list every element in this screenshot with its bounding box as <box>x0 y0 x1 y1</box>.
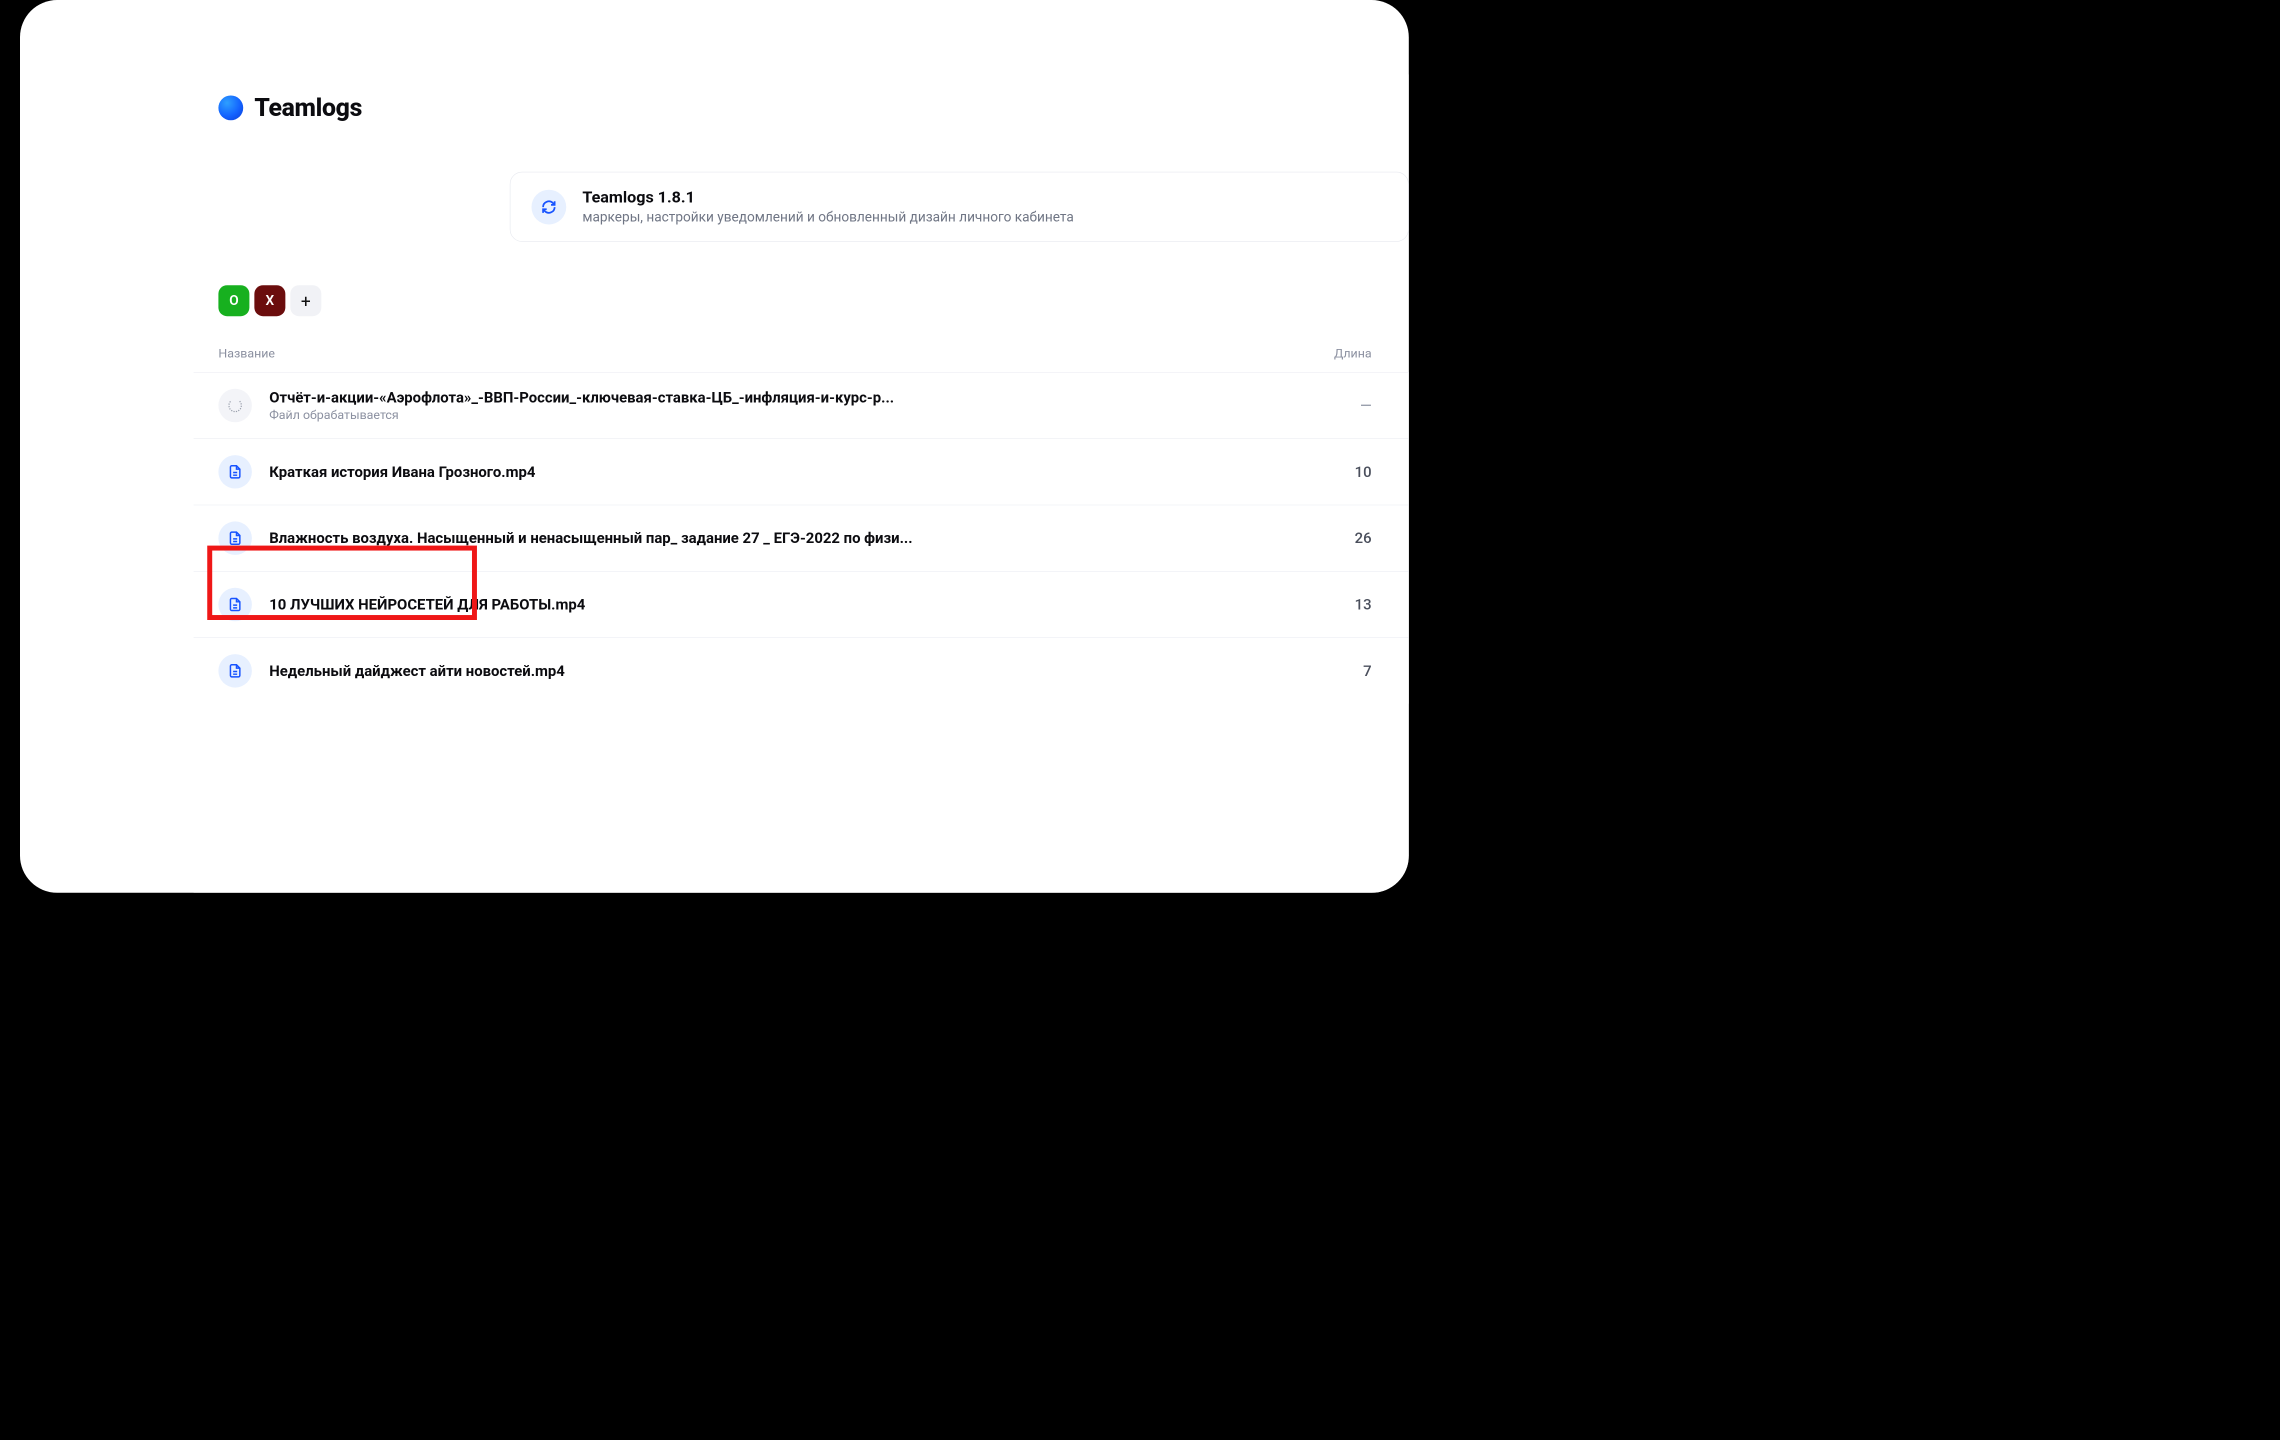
brand-name: Teamlogs <box>254 93 362 122</box>
list-item[interactable]: Недельный дайджест айти новостей.mp4 7 <box>194 637 1409 703</box>
list-item[interactable]: 10 ЛУЧШИХ НЕЙРОСЕТЕЙ ДЛЯ РАБОТЫ.mp4 13 <box>194 571 1409 637</box>
banner-title: Teamlogs 1.8.1 <box>582 188 1073 207</box>
file-length: — <box>1297 397 1371 414</box>
banner-texts: Teamlogs 1.8.1 маркеры, настройки уведом… <box>582 188 1073 225</box>
list-item[interactable]: Краткая история Ивана Грозного.mp4 10 <box>194 438 1409 504</box>
file-list: Отчёт-и-акции-«Аэрофлота»_-ВВП-России_-к… <box>194 372 1409 704</box>
file-title: Отчёт-и-акции-«Аэрофлота»_-ВВП-России_-к… <box>269 389 1280 406</box>
file-icon <box>218 521 251 554</box>
chip-o[interactable]: О <box>218 285 249 316</box>
table-header: Название Длина <box>194 335 1409 372</box>
filter-chips: О Х + <box>194 285 1409 335</box>
update-banner[interactable]: Teamlogs 1.8.1 маркеры, настройки уведом… <box>510 172 1409 242</box>
file-length: 10 <box>1297 463 1371 480</box>
app-window: Teamlogs Teamlogs 1.8.1 маркеры, настрой… <box>20 0 1409 893</box>
column-length: Длина <box>1297 346 1371 361</box>
file-length: 13 <box>1297 596 1371 613</box>
file-title: 10 ЛУЧШИХ НЕЙРОСЕТЕЙ ДЛЯ РАБОТЫ.mp4 <box>269 596 1280 613</box>
brand: Teamlogs <box>194 74 1409 147</box>
refresh-icon <box>532 189 567 224</box>
file-icon <box>218 654 251 687</box>
brand-logo-icon <box>218 95 243 120</box>
loading-icon <box>218 389 251 422</box>
file-length: 26 <box>1297 529 1371 546</box>
list-item[interactable]: Отчёт-и-акции-«Аэрофлота»_-ВВП-России_-к… <box>194 372 1409 438</box>
list-item[interactable]: Влажность воздуха. Насыщенный и ненасыще… <box>194 505 1409 571</box>
file-title: Недельный дайджест айти новостей.mp4 <box>269 662 1280 679</box>
file-status: Файл обрабатывается <box>269 407 1280 422</box>
chip-add[interactable]: + <box>290 285 321 316</box>
banner-subtitle: маркеры, настройки уведомлений и обновле… <box>582 210 1073 226</box>
file-icon <box>218 588 251 621</box>
file-title: Краткая история Ивана Грозного.mp4 <box>269 463 1280 480</box>
column-name: Название <box>218 346 1297 361</box>
chip-x[interactable]: Х <box>254 285 285 316</box>
file-icon <box>218 455 251 488</box>
file-length: 7 <box>1297 662 1371 679</box>
file-title: Влажность воздуха. Насыщенный и ненасыще… <box>269 529 1280 546</box>
app-content: Teamlogs Teamlogs 1.8.1 маркеры, настрой… <box>194 74 1409 892</box>
